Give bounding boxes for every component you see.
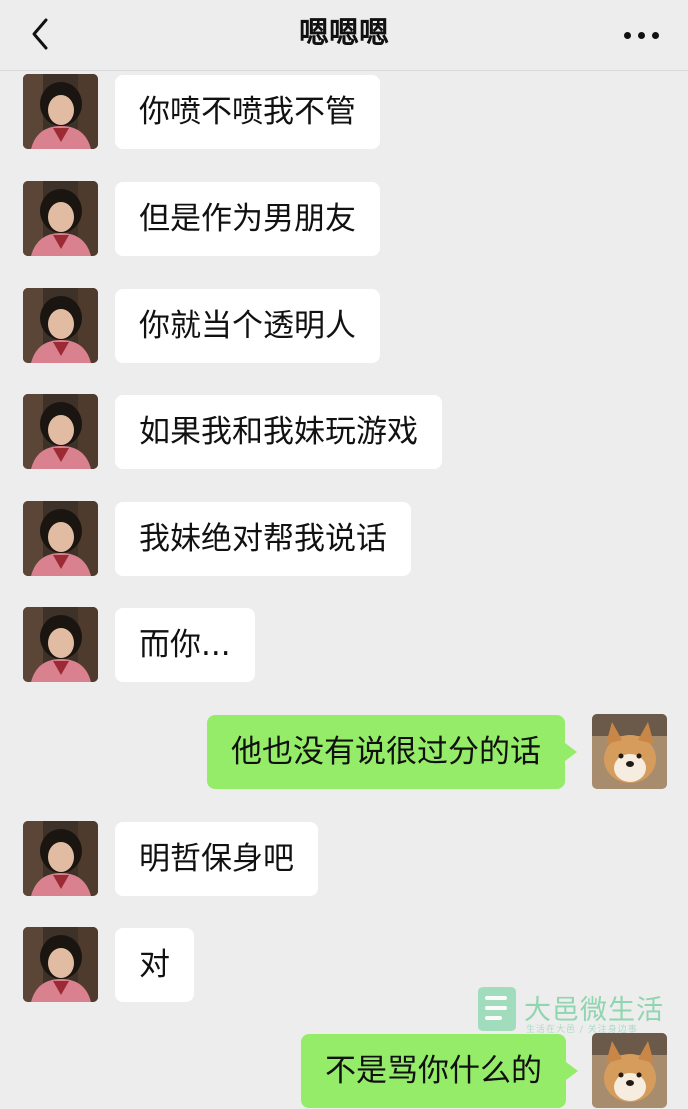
chat-area[interactable]: 你喷不喷我不管 但是作为男朋友 你就当个透明人 如果我和我妹玩游戏 我妹绝对帮我… [0,0,688,1108]
watermark: 大邑微生活 生活在大邑 / 关注身边事 [472,984,672,1038]
message-bubble[interactable]: 如果我和我妹玩游戏 [115,395,442,469]
message-bubble[interactable]: 你就当个透明人 [115,289,380,363]
contact-avatar[interactable] [23,607,98,682]
contact-avatar[interactable] [23,927,98,1002]
watermark-logo-icon [478,987,516,1031]
message-bubble[interactable]: 明哲保身吧 [115,822,318,896]
watermark-tagline: 生活在大邑 / 关注身边事 [526,1025,638,1035]
message-row: 但是作为男朋友 [0,181,688,257]
contact-avatar[interactable] [23,288,98,363]
message-bubble-sent[interactable]: 他也没有说很过分的话 [207,715,577,789]
chat-title: 嗯嗯嗯 [299,16,389,51]
message-row: 他也没有说很过分的话 [0,714,688,790]
message-bubble[interactable]: 对 [115,928,194,1002]
message-row: 明哲保身吧 [0,821,688,897]
message-row: 你就当个透明人 [0,288,688,364]
more-button[interactable] [622,20,662,50]
message-bubble-sent[interactable]: 不是骂你什么的 [301,1034,578,1108]
message-bubble[interactable]: 但是作为男朋友 [115,182,380,256]
message-row: 不是骂你什么的 [0,1033,688,1109]
message-bubble[interactable]: 你喷不喷我不管 [115,75,380,149]
contact-avatar[interactable] [23,394,98,469]
message-bubble[interactable]: 我妹绝对帮我说话 [115,502,411,576]
contact-avatar[interactable] [23,501,98,576]
message-bubble[interactable]: 而你... [115,608,255,682]
message-row: 而你... [0,607,688,683]
message-row: 我妹绝对帮我说话 [0,501,688,577]
contact-avatar[interactable] [23,181,98,256]
contact-avatar[interactable] [23,821,98,896]
self-avatar[interactable] [592,1033,667,1108]
message-row: 你喷不喷我不管 [0,74,688,150]
self-avatar[interactable] [592,714,667,789]
contact-avatar[interactable] [23,74,98,149]
chat-header: 嗯嗯嗯 [0,0,688,71]
message-row: 如果我和我妹玩游戏 [0,394,688,470]
